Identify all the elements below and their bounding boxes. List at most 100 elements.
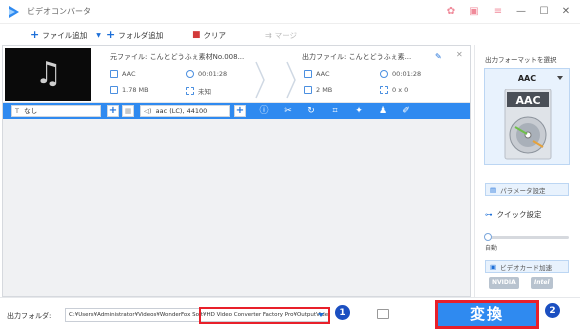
- open-folder-icon[interactable]: [377, 309, 389, 319]
- speaker-icon: ◁): [144, 107, 152, 115]
- convert-arrow-icon: [286, 61, 296, 99]
- output-size: 2 MB: [304, 86, 332, 94]
- convert-arrow-icon: [255, 61, 265, 99]
- gpu-icon: ▣: [490, 262, 497, 271]
- output-duration-value: 00:01:28: [392, 70, 422, 78]
- cut-icon[interactable]: ✂: [282, 105, 294, 117]
- step-badge-2: 2: [544, 302, 561, 319]
- clear-button[interactable]: ■ クリア: [192, 28, 226, 42]
- quick-settings-label: クイック設定: [496, 210, 542, 219]
- convert-button[interactable]: 変換: [435, 300, 539, 329]
- quality-slider-track[interactable]: [487, 236, 569, 239]
- file-thumbnail: ♫: [5, 48, 91, 101]
- output-size-value: 2 MB: [316, 86, 333, 94]
- format-icon: [304, 70, 312, 78]
- source-resolution: 未知: [186, 86, 211, 96]
- subtitle-icon: T: [15, 107, 19, 115]
- add-audio-button[interactable]: +: [234, 105, 246, 117]
- output-resolution-value: 0 x 0: [392, 86, 409, 94]
- source-file-title: 元ファイル: こんとどうふぇ素材No.008...: [110, 53, 245, 61]
- subtitle-export-icon[interactable]: ▦: [122, 105, 134, 117]
- file-size-icon: [110, 86, 118, 94]
- resolution-icon: [380, 86, 388, 94]
- bottom-bar: 出力フォルダ: C:¥Users¥Administrator¥Videos¥Wo…: [0, 297, 580, 333]
- merge-button[interactable]: ⇉ マージ: [265, 28, 297, 42]
- output-format-value: AAC: [316, 70, 330, 78]
- subtitle-value: なし: [24, 107, 38, 115]
- source-duration-value: 00:01:28: [198, 70, 228, 78]
- gift-icon[interactable]: ✿: [443, 4, 459, 20]
- format-icon: [110, 70, 118, 78]
- step-badge-1: 1: [334, 304, 351, 321]
- output-format-label: 出力フォーマットを選択: [485, 56, 557, 64]
- subtitle-select[interactable]: T なし: [11, 105, 101, 117]
- quality-slider-handle[interactable]: [484, 233, 492, 241]
- music-note-icon: ♫: [35, 56, 62, 91]
- output-file-title: 出力ファイル: こんとどうふぇ素...: [302, 53, 412, 61]
- source-resolution-value: 未知: [198, 88, 211, 96]
- output-duration: 00:01:28: [380, 70, 421, 78]
- audio-track-select[interactable]: ◁) aac (LC), 44100: [140, 105, 230, 117]
- minimize-button[interactable]: —: [512, 3, 530, 21]
- app-title: ビデオコンバータ: [27, 7, 91, 16]
- effects-icon[interactable]: ✦: [353, 105, 365, 117]
- merge-icon: ⇉: [265, 30, 272, 40]
- aac-icon-text: AAC: [515, 94, 540, 107]
- nvidia-badge: NVIDIA: [489, 277, 519, 289]
- audio-track-value: aac (LC), 44100: [155, 107, 208, 115]
- file-size-icon: [304, 86, 312, 94]
- highlight-box-path: [199, 307, 330, 324]
- output-format-selector[interactable]: AAC AAC: [484, 68, 570, 165]
- info-icon[interactable]: ⓘ: [258, 105, 270, 117]
- menu-icon[interactable]: ≡: [490, 4, 506, 20]
- edit-toolbar: T なし + ▦ ◁) aac (LC), 44100 + ⓘ ✂ ↻ ⌗ ✦ …: [3, 103, 470, 119]
- clock-icon: [380, 70, 388, 78]
- subtitle-edit-icon[interactable]: ✐: [400, 105, 412, 117]
- slider-icon: ⊶: [485, 210, 493, 219]
- parameter-settings-button[interactable]: ▤ パラメータ設定: [485, 183, 569, 196]
- file-row[interactable]: ♫ 元ファイル: こんとどうふぇ素材No.008... AAC 00:01:28…: [3, 46, 470, 103]
- output-format: AAC: [304, 70, 330, 78]
- add-folder-label: フォルダ追加: [118, 30, 164, 40]
- source-format: AAC: [110, 70, 136, 78]
- auto-label: 自動: [485, 245, 498, 252]
- parameter-settings-label: パラメータ設定: [500, 186, 546, 195]
- crop-icon[interactable]: ⌗: [329, 105, 341, 117]
- source-format-value: AAC: [122, 70, 136, 78]
- source-duration: 00:01:28: [186, 70, 227, 78]
- add-file-button[interactable]: + ファイル追加 ▼: [30, 28, 101, 42]
- plus-icon: +: [106, 28, 116, 41]
- window-mode-icon[interactable]: ▣: [466, 4, 482, 20]
- trash-icon: ■: [192, 30, 201, 40]
- clear-label: クリア: [203, 30, 227, 40]
- clock-icon: [186, 70, 194, 78]
- plus-icon: +: [30, 28, 40, 41]
- add-subtitle-button[interactable]: +: [107, 105, 119, 117]
- resolution-icon: [186, 87, 194, 95]
- edit-name-icon[interactable]: ✎: [435, 52, 442, 61]
- toolbar: + ファイル追加 ▼ + フォルダ追加 ■ クリア ⇉ マージ: [0, 25, 580, 45]
- maximize-button[interactable]: ☐: [535, 3, 553, 21]
- close-button[interactable]: ✕: [557, 3, 575, 21]
- output-resolution: 0 x 0: [380, 86, 408, 94]
- output-format-panel: 出力フォーマットを選択 AAC AAC ▤ パラメータ設定 ⊶ クイック設定 自…: [474, 45, 578, 297]
- watermark-icon[interactable]: ♟: [377, 105, 389, 117]
- chevron-down-icon: [557, 76, 563, 80]
- output-folder-label: 出力フォルダ:: [7, 312, 52, 320]
- rotate-icon[interactable]: ↻: [305, 105, 317, 117]
- gpu-acceleration-toggle[interactable]: ▣ ビデオカード加速: [485, 260, 569, 273]
- title-bar: ビデオコンバータ ✿ ▣ ≡ — ☐ ✕: [0, 0, 580, 24]
- aac-format-icon: AAC: [504, 89, 552, 160]
- file-list-area: ♫ 元ファイル: こんとどうふぇ素材No.008... AAC 00:01:28…: [2, 45, 471, 297]
- remove-file-icon[interactable]: ✕: [456, 50, 463, 59]
- source-size-value: 1.78 MB: [122, 86, 149, 94]
- gpu-acceleration-label: ビデオカード加速: [500, 263, 553, 272]
- app-logo-icon: [9, 6, 19, 18]
- quick-settings: ⊶ クイック設定: [485, 209, 542, 220]
- source-size: 1.78 MB: [110, 86, 149, 94]
- add-folder-button[interactable]: + フォルダ追加: [106, 28, 163, 42]
- intel-badge: Intel: [531, 277, 553, 289]
- merge-label: マージ: [274, 30, 298, 40]
- chevron-down-icon[interactable]: ▼: [96, 32, 101, 39]
- add-file-label: ファイル追加: [42, 30, 88, 40]
